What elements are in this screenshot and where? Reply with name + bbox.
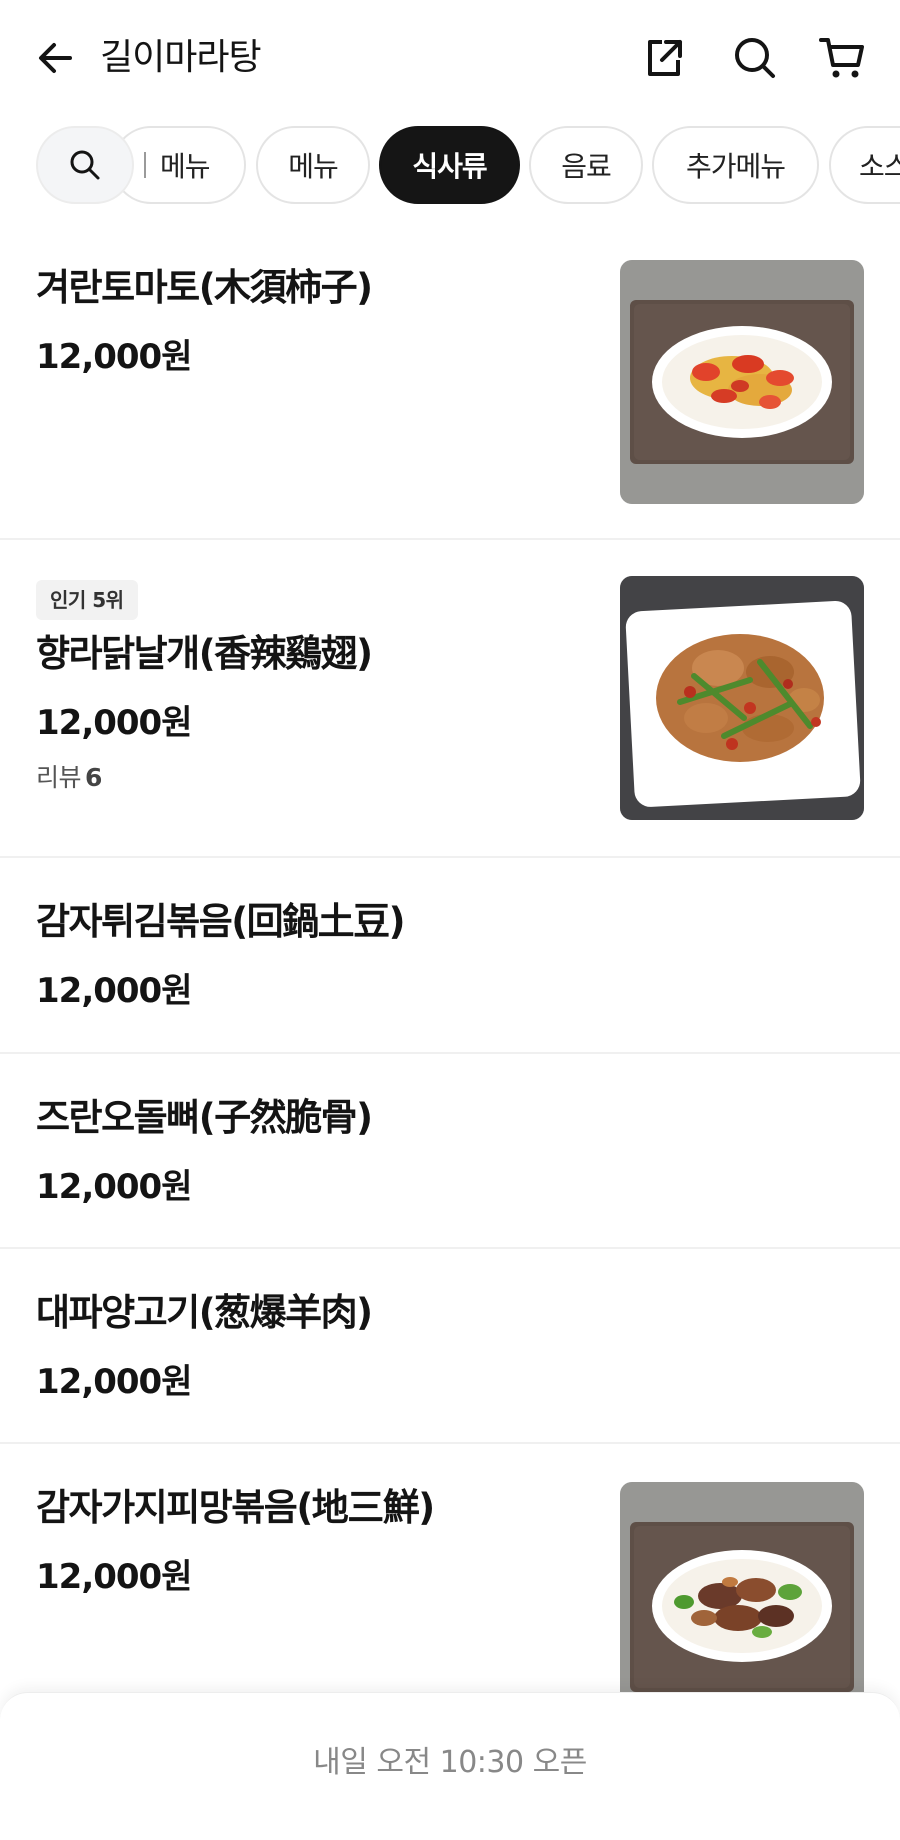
menu-item[interactable]: 겨란토마토(木須柿子) 12,000원 xyxy=(0,222,900,540)
share-icon xyxy=(648,40,682,76)
egg-tomato-photo xyxy=(620,260,864,504)
eggplant-potato-pepper-photo xyxy=(620,1482,864,1726)
cart-icon xyxy=(819,38,864,78)
search-icon xyxy=(70,150,100,180)
menu-item-price: 12,000원 xyxy=(36,971,192,1011)
review-count: 리뷰 6 xyxy=(36,758,102,794)
menu-item-name: 향라닭날개(香辣鷄翅) xyxy=(36,632,373,675)
share-button[interactable] xyxy=(634,28,694,88)
store-title: 길이마라탕 xyxy=(100,37,262,78)
tab-label: 식사류 xyxy=(412,150,487,183)
review-label: 리뷰 xyxy=(36,763,82,792)
tab-label: 메뉴 xyxy=(288,150,339,183)
bottom-bar: 내일 오전 10:30 오픈 xyxy=(0,1692,900,1840)
menu-item-name: 대파양고기(葱爆羊肉) xyxy=(36,1291,373,1334)
tab-extra-menu[interactable]: 추가메뉴 xyxy=(652,126,819,204)
tab-label: 추가메뉴 xyxy=(685,150,786,183)
search-icon xyxy=(735,38,775,78)
tab-label: 메뉴 xyxy=(160,150,211,183)
tab-menu[interactable]: 메뉴 xyxy=(256,126,370,204)
tab-drinks[interactable]: 음료 xyxy=(529,126,643,204)
tab-meals[interactable]: 식사류 xyxy=(379,126,520,204)
menu-item-name: 감자튀김볶음(回鍋土豆) xyxy=(36,900,406,943)
back-button[interactable] xyxy=(26,28,86,88)
back-arrow-icon xyxy=(39,43,72,73)
menu-item-price: 12,000원 xyxy=(36,337,192,377)
tab-sauce[interactable]: 소스 xyxy=(829,126,900,204)
app-header: 길이마라탕 xyxy=(0,0,900,118)
popularity-badge: 인기 5위 xyxy=(36,580,138,620)
menu-item[interactable]: 감자튀김볶음(回鍋土豆) 12,000원 xyxy=(0,858,900,1054)
cart-button[interactable] xyxy=(812,28,872,88)
menu-list: 겨란토마토(木須柿子) 12,000원 인기 5위 향라닭날개(香辣鷄翅) 12… xyxy=(0,222,900,1774)
menu-item-price: 12,000원 xyxy=(36,1362,192,1402)
review-number: 6 xyxy=(85,763,102,792)
menu-item-name: 즈란오돌뼈(子然脆骨) xyxy=(36,1096,373,1139)
menu-search-button[interactable] xyxy=(36,126,134,204)
opening-hours-notice: 내일 오전 10:30 오픈 xyxy=(313,1745,587,1780)
spicy-chicken-wings-photo xyxy=(620,576,864,820)
category-tabs: 메뉴 메뉴 식사류 음료 추가메뉴 소스 xyxy=(0,124,900,206)
menu-item-name: 감자가지피망볶음(地三鮮) xyxy=(36,1486,435,1529)
menu-item[interactable]: 즈란오돌뼈(子然脆骨) 12,000원 xyxy=(0,1054,900,1249)
menu-item[interactable]: 인기 5위 향라닭날개(香辣鷄翅) 12,000원 리뷰 6 xyxy=(0,540,900,858)
tab-divider xyxy=(144,152,146,178)
menu-item-price: 12,000원 xyxy=(36,703,192,743)
menu-item[interactable]: 대파양고기(葱爆羊肉) 12,000원 xyxy=(0,1249,900,1444)
tab-label: 소스 xyxy=(859,150,900,183)
menu-item-name: 겨란토마토(木須柿子) xyxy=(36,266,373,309)
menu-item-price: 12,000원 xyxy=(36,1167,192,1207)
search-button[interactable] xyxy=(725,28,785,88)
menu-item-price: 12,000원 xyxy=(36,1557,192,1597)
tab-label: 음료 xyxy=(561,150,612,183)
